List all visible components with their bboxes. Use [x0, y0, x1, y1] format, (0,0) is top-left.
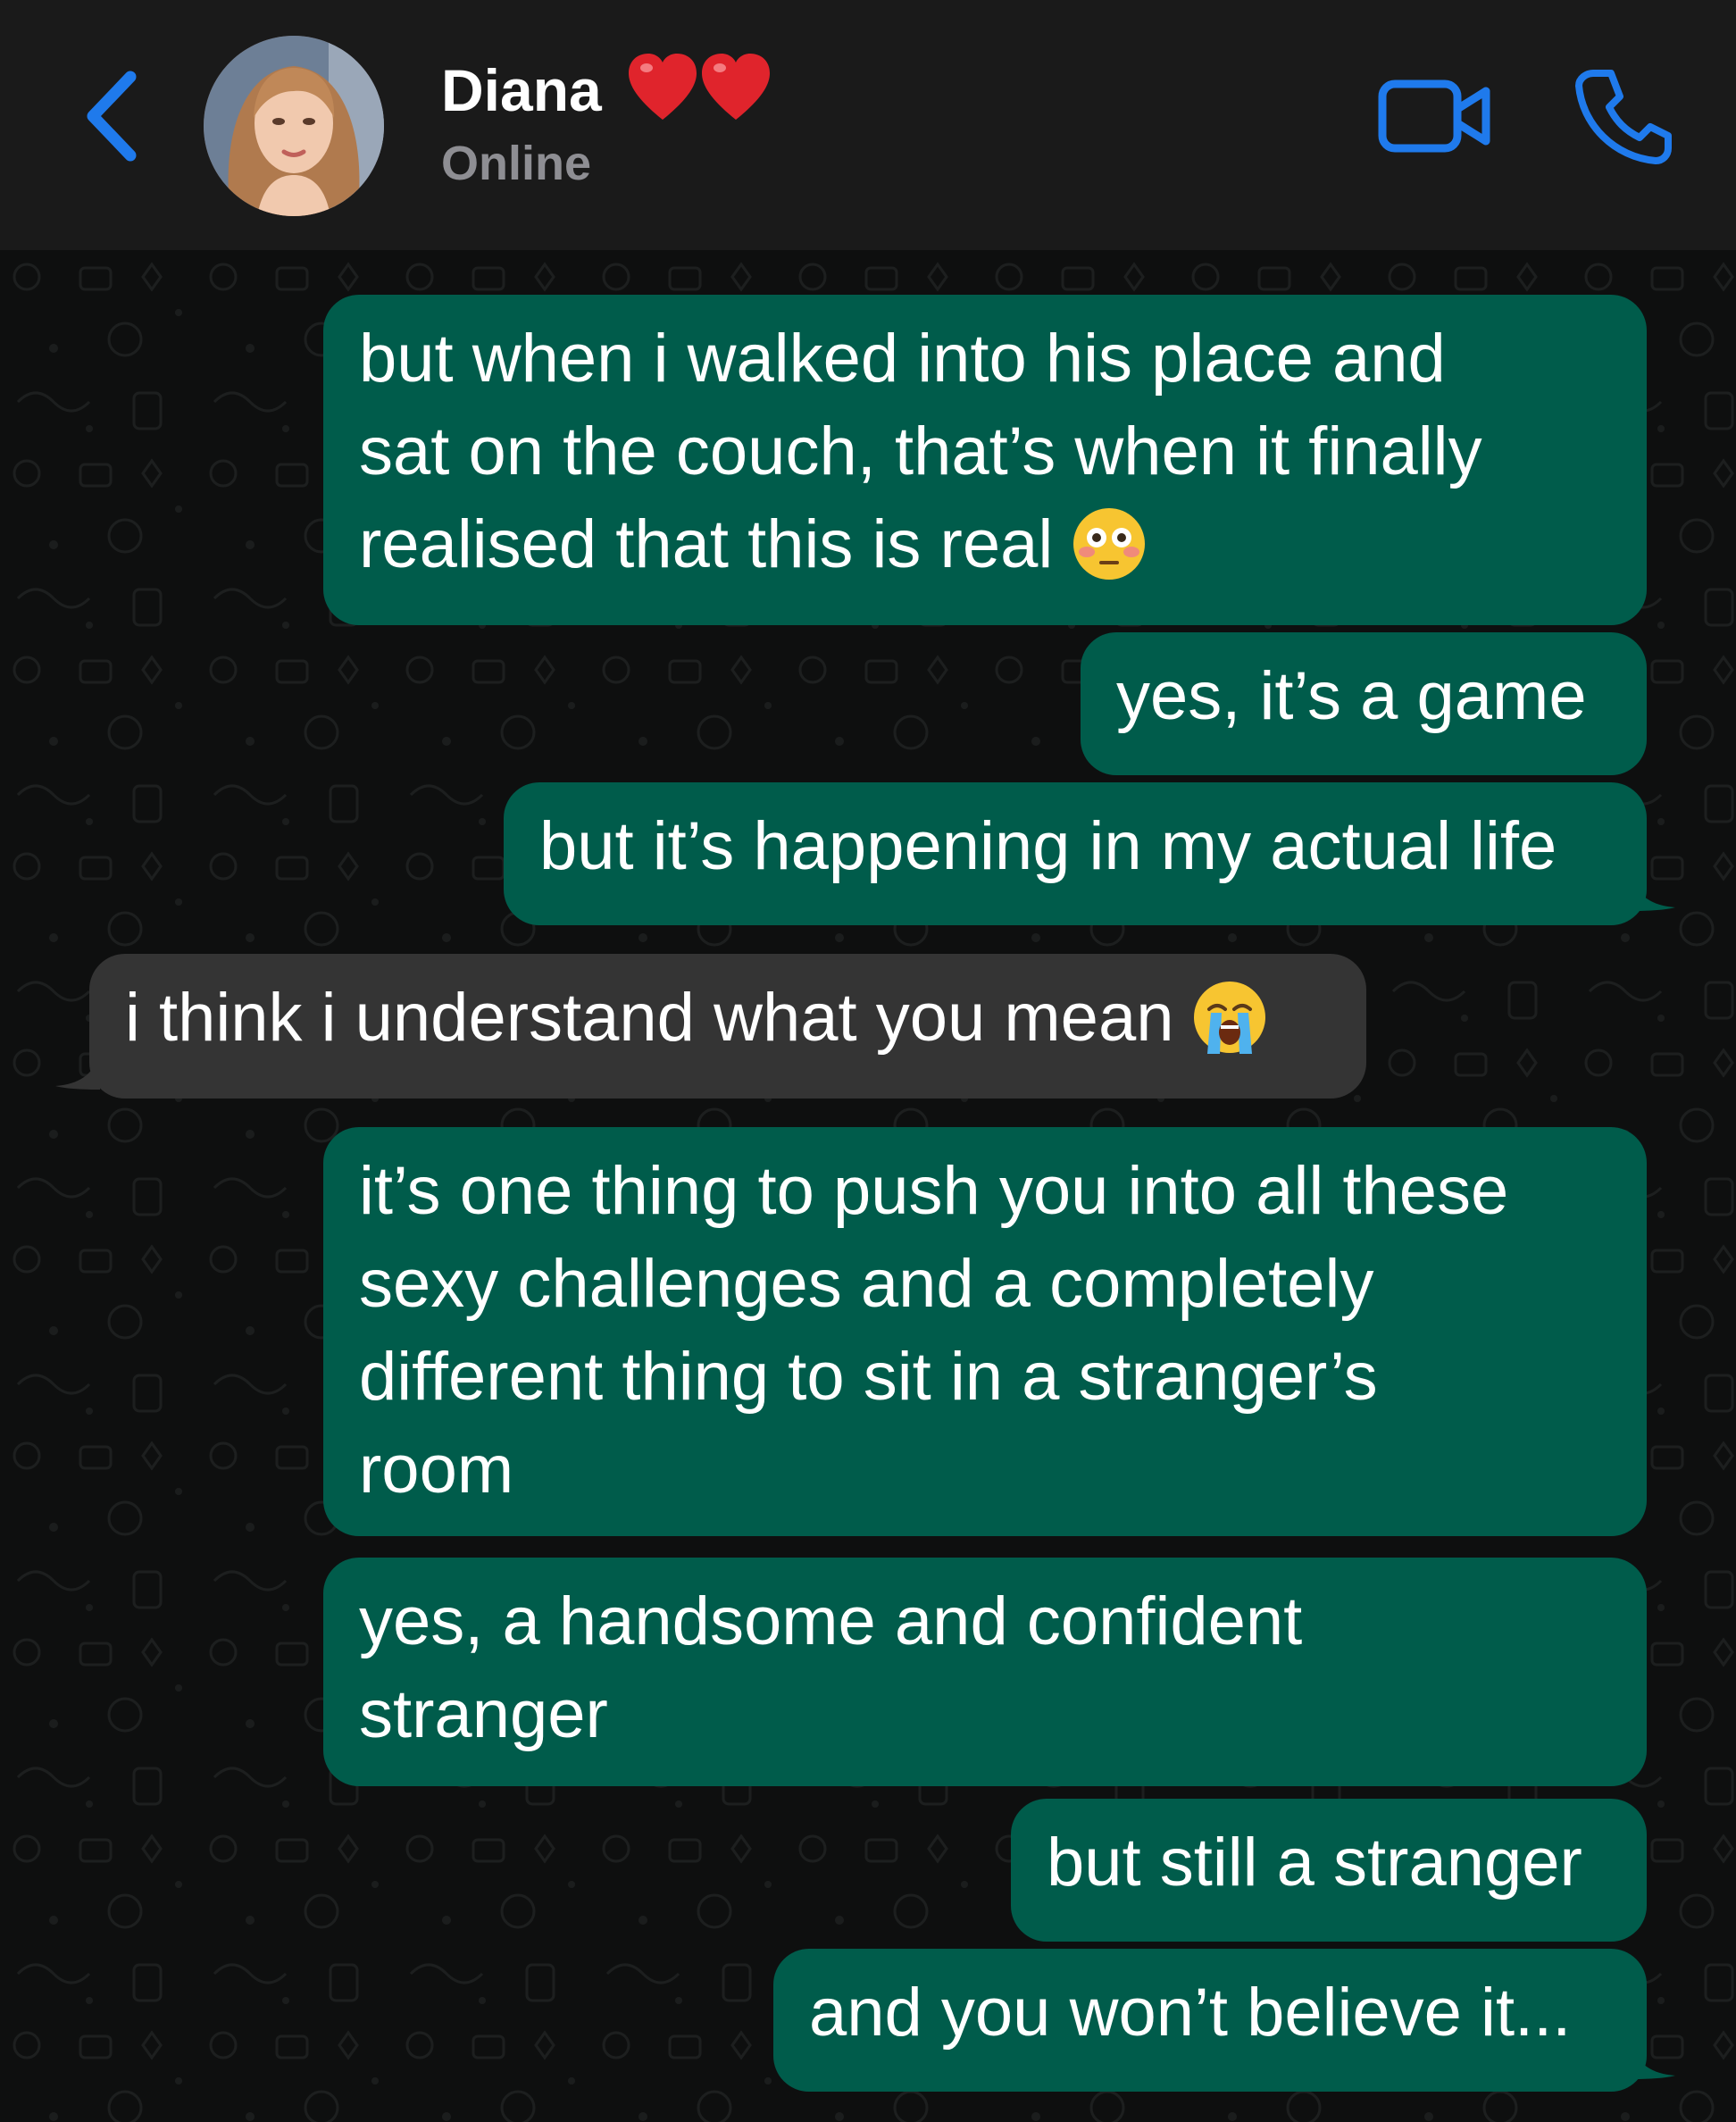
message-line: it’s one thing to push you into all thes…: [359, 1153, 1509, 1229]
bubble-tail: [1631, 875, 1675, 911]
avatar[interactable]: [204, 36, 384, 216]
incoming-message[interactable]: i think i understand what you mean: [89, 954, 1366, 1099]
message-line-with-emoji: i think i understand what you mean: [125, 972, 1331, 1065]
loudly-crying-face-emoji-icon: [1194, 981, 1266, 1054]
chevron-left-icon: [87, 71, 137, 162]
message-line: but still a stranger: [1047, 1825, 1582, 1901]
outgoing-message[interactable]: yes, a handsome and confident stranger: [323, 1558, 1647, 1786]
message-text: realised that this is real: [359, 506, 1054, 582]
flushed-face-emoji-icon: [1073, 507, 1146, 580]
message-line: and you won’t believe it...: [809, 1975, 1572, 2051]
outgoing-message[interactable]: but when i walked into his place and sat…: [323, 295, 1647, 625]
message-line: stranger: [359, 1676, 608, 1752]
message-line: yes, it’s a game: [1116, 658, 1587, 734]
chat-area[interactable]: but when i walked into his place and sat…: [0, 250, 1736, 2122]
message-line: sat on the couch, that’s when it finally: [359, 414, 1482, 489]
avatar-image: [204, 36, 384, 216]
outgoing-message[interactable]: but still a stranger: [1011, 1799, 1647, 1942]
message-line: different thing to sit in a stranger’s: [359, 1339, 1378, 1415]
outgoing-message[interactable]: it’s one thing to push you into all thes…: [323, 1127, 1647, 1536]
message-line: sexy challenges and a completely: [359, 1246, 1374, 1322]
message-line-with-emoji: realised that this is real: [359, 498, 1611, 591]
outgoing-message[interactable]: but it’s happening in my actual life: [504, 782, 1647, 925]
outgoing-message[interactable]: and you won’t believe it...: [773, 1949, 1647, 2092]
message-line: but it’s happening in my actual life: [539, 808, 1557, 884]
message-text: i think i understand what you mean: [125, 980, 1174, 1056]
message-line: but when i walked into his place and: [359, 321, 1446, 397]
contact-status: Online: [441, 137, 592, 190]
contact-name[interactable]: Diana: [441, 50, 602, 130]
voice-call-button[interactable]: [1573, 66, 1673, 166]
outgoing-message[interactable]: yes, it’s a game: [1081, 632, 1647, 775]
message-line: yes, a handsome and confident: [359, 1583, 1303, 1659]
two-hearts-icon: [629, 54, 770, 120]
bubble-tail: [55, 1054, 100, 1090]
phone-icon: [1575, 70, 1672, 164]
video-call-button[interactable]: [1375, 71, 1497, 161]
message-line: room: [359, 1432, 514, 1508]
bubble-tail: [1631, 2043, 1675, 2079]
chat-header: Diana Online: [0, 0, 1736, 250]
video-camera-icon: [1378, 79, 1490, 153]
back-button[interactable]: [79, 63, 150, 170]
